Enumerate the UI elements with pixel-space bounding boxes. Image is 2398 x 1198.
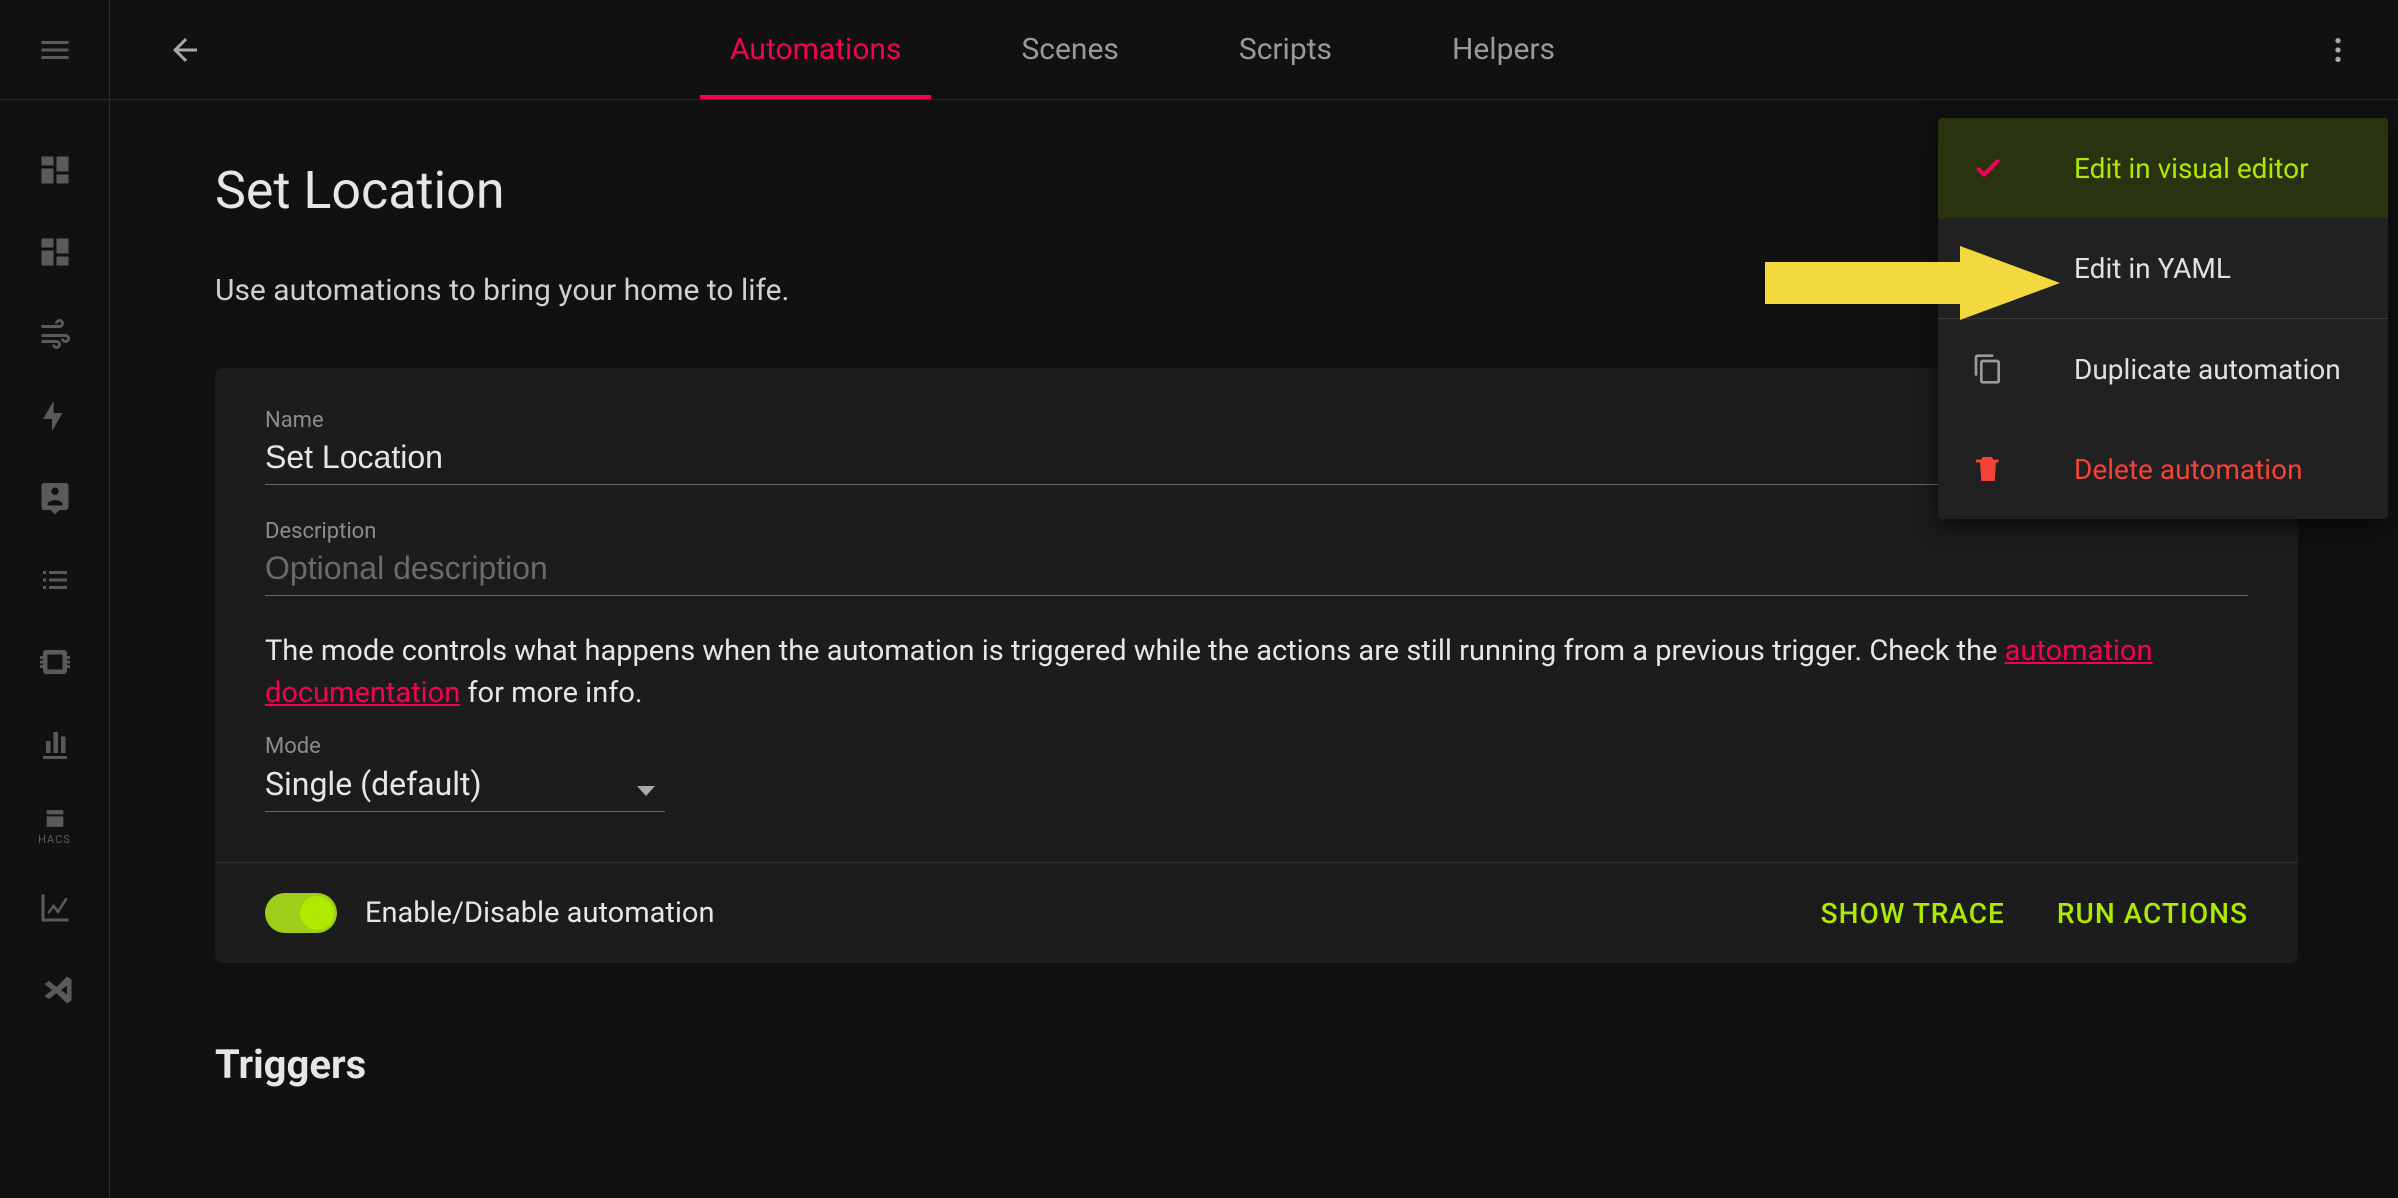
triggers-heading: Triggers xyxy=(215,1041,2298,1088)
menu-edit-visual[interactable]: Edit in visual editor xyxy=(1938,118,2388,218)
sidebar-toggle[interactable] xyxy=(0,0,109,100)
hacs-icon[interactable]: HACS xyxy=(35,806,75,846)
flash-icon[interactable] xyxy=(35,396,75,436)
menu-delete-label: Delete automation xyxy=(2038,453,2356,486)
mode-select[interactable]: Single (default) xyxy=(265,759,665,812)
dashboard-icon-1[interactable] xyxy=(35,150,75,190)
back-button[interactable] xyxy=(160,25,210,75)
menu-delete[interactable]: Delete automation xyxy=(1938,419,2388,519)
description-field-label: Description xyxy=(265,519,2248,544)
mode-text-post: for more info. xyxy=(460,676,642,710)
menu-edit-visual-label: Edit in visual editor xyxy=(2038,152,2356,185)
show-trace-button[interactable]: SHOW TRACE xyxy=(1821,897,2005,930)
vscode-icon[interactable] xyxy=(35,970,75,1010)
enable-toggle[interactable] xyxy=(265,893,337,933)
menu-duplicate-label: Duplicate automation xyxy=(2038,353,2356,386)
chip-icon[interactable] xyxy=(35,642,75,682)
menu-icon xyxy=(35,30,75,70)
sidebar: HACS xyxy=(0,0,110,1198)
mode-select-value: Single (default) xyxy=(265,759,665,812)
tab-scripts[interactable]: Scripts xyxy=(1239,0,1332,99)
annotation-arrow xyxy=(1760,238,2070,328)
mode-help-text: The mode controls what happens when the … xyxy=(265,630,2248,714)
chart-line-icon[interactable] xyxy=(35,888,75,928)
trash-icon xyxy=(1970,451,2006,487)
enable-toggle-label: Enable/Disable automation xyxy=(365,896,715,930)
chart-bar-icon[interactable] xyxy=(35,724,75,764)
description-input[interactable] xyxy=(265,544,2248,596)
tab-scenes[interactable]: Scenes xyxy=(1021,0,1118,99)
duplicate-icon xyxy=(1970,351,2006,387)
person-pin-icon[interactable] xyxy=(35,478,75,518)
more-menu-button[interactable] xyxy=(2318,30,2358,70)
dashboard-icon-2[interactable] xyxy=(35,232,75,272)
run-actions-button[interactable]: RUN ACTIONS xyxy=(2057,897,2248,930)
menu-edit-yaml-label: Edit in YAML xyxy=(2038,252,2356,285)
topbar: Automations Scenes Scripts Helpers xyxy=(110,0,2398,100)
mode-field-label: Mode xyxy=(265,734,2248,759)
check-icon xyxy=(1970,150,2006,186)
hacs-label: HACS xyxy=(38,833,71,846)
air-icon[interactable] xyxy=(35,314,75,354)
tab-automations[interactable]: Automations xyxy=(730,0,901,99)
list-icon[interactable] xyxy=(35,560,75,600)
mode-text-pre: The mode controls what happens when the … xyxy=(265,634,2005,668)
menu-duplicate[interactable]: Duplicate automation xyxy=(1938,319,2388,419)
tab-helpers[interactable]: Helpers xyxy=(1452,0,1555,99)
